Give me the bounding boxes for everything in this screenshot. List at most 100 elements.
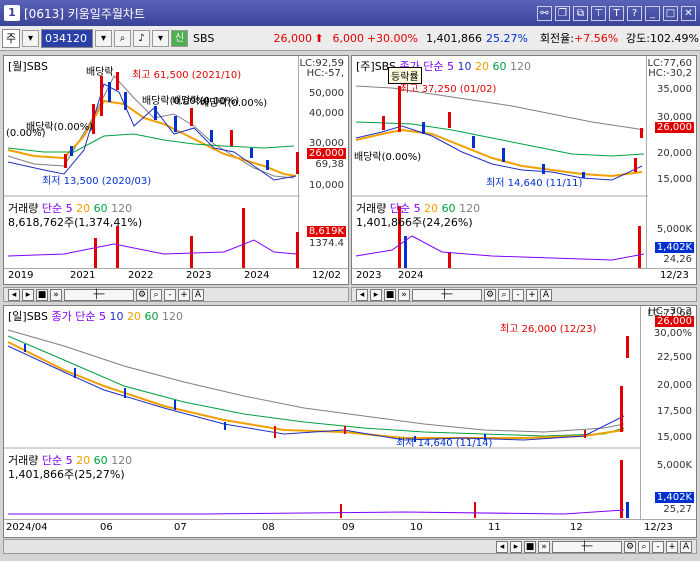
- ma5-label: 5: [447, 60, 455, 73]
- strength-label: 강도:: [626, 32, 650, 45]
- font-icon[interactable]: T: [609, 5, 624, 21]
- search-icon[interactable]: ⌕: [638, 540, 650, 553]
- stop-icon[interactable]: ■: [36, 288, 48, 301]
- stop-icon[interactable]: ■: [524, 540, 536, 553]
- daily-low-label: 최저 14,640 (11/14): [396, 438, 493, 449]
- x-label: 07: [174, 522, 187, 533]
- search-icon[interactable]: ⌕: [498, 288, 510, 301]
- window-number: 1: [4, 5, 20, 21]
- minimize-icon[interactable]: _: [645, 5, 660, 21]
- weekly-price-scale[interactable]: LC:77,60 HC:-30,2 35,000 30,000 26,000 2…: [646, 56, 696, 284]
- settings-icon[interactable]: ⚙: [136, 288, 148, 301]
- zoom-slider-icon[interactable]: ┼─: [64, 288, 134, 301]
- link-icon[interactable]: ⚯: [537, 5, 552, 21]
- weekly-tick: 20,000: [657, 148, 692, 159]
- weekly-tick: 15,000: [657, 174, 692, 185]
- stock-code-input[interactable]: 034120: [41, 28, 93, 48]
- volume-ratio: 25.27%: [486, 31, 528, 45]
- stock-toolbar: 주 ▾ 034120 ▾ ⌕ ♪ ▾ 신 SBS 26,000 ⬆ 6,000 …: [0, 26, 700, 51]
- market-select[interactable]: 주: [2, 28, 20, 48]
- monthly-volume-sub: 1374.4: [309, 238, 344, 249]
- daily-volume-tag: 1,402K: [654, 492, 694, 503]
- prev-icon[interactable]: ◂: [8, 288, 20, 301]
- weekly-nav-bar: ◂ ▸ ■» ┼─ ⚙ ⌕ - + A: [351, 287, 697, 302]
- close-icon[interactable]: ✕: [681, 5, 696, 21]
- monthly-chart-panel[interactable]: LC:92,59 HC:-57, 50,000 40,000 30,000 10…: [3, 55, 349, 285]
- daily-chart-panel[interactable]: LC:77,60 26,000 30,00% 22,500 20,000 17,…: [3, 305, 697, 538]
- font-size-icon[interactable]: A: [192, 288, 204, 301]
- price-change-pct: +30.00%: [366, 31, 418, 45]
- x-label: 10: [410, 522, 423, 533]
- zoom-in-icon[interactable]: +: [666, 540, 678, 553]
- weekly-chart-panel[interactable]: LC:77,60 HC:-30,2 35,000 30,000 26,000 2…: [351, 55, 697, 285]
- zoom-out-icon[interactable]: -: [512, 288, 524, 301]
- monthly-candles: [64, 72, 299, 174]
- price-up-arrow-icon: ⬆: [314, 31, 324, 45]
- strength-value: 102.49%: [650, 31, 699, 45]
- prev-icon[interactable]: ◂: [356, 288, 368, 301]
- daily-vol-tick: 5,000K: [656, 460, 692, 471]
- trade-volume: 1,401,866: [426, 31, 482, 45]
- daily-tick: 20,000: [657, 380, 692, 391]
- weekly-div-label: 배당락(0.00%): [354, 152, 422, 163]
- zoom-slider-icon[interactable]: ┼─: [552, 540, 622, 553]
- stop-icon[interactable]: ■: [384, 288, 396, 301]
- help-icon[interactable]: ?: [627, 5, 642, 21]
- code-dropdown-icon[interactable]: ▾: [95, 29, 112, 47]
- daily-nav-bar: ◂ ▸ ■» ┼─ ⚙ ⌕ - + A: [3, 539, 697, 554]
- search-icon[interactable]: ⌕: [150, 288, 162, 301]
- weekly-tick: 35,000: [657, 84, 692, 95]
- weekly-volume-tag: 1,402K: [654, 242, 694, 253]
- daily-volume-value: 1,401,866주(25,27%): [8, 468, 125, 481]
- play-back-icon[interactable]: ▸: [370, 288, 382, 301]
- play-back-icon[interactable]: ▸: [22, 288, 34, 301]
- settings-icon[interactable]: ⚙: [624, 540, 636, 553]
- daily-tick: 22,500: [657, 352, 692, 363]
- x-label: 11: [488, 522, 501, 533]
- daily-ma-label: 종가 단순: [51, 310, 96, 323]
- ma60-label: 60: [144, 310, 159, 323]
- monthly-tick: 10,000: [309, 180, 344, 191]
- weekly-low-label: 최저 14,640 (11/11): [486, 178, 583, 189]
- new-stock-badge: 신: [171, 29, 188, 47]
- x-label: 12: [570, 522, 583, 533]
- stock-name: SBS: [193, 31, 215, 45]
- window-titlebar: 1 [0613] 키움일주월차트 ⚯ ❐ ⧉ ⊤ T ? _ □ ✕: [0, 0, 700, 26]
- daily-volume-bars: [340, 460, 629, 518]
- weekly-hc: HC:-30,2: [648, 68, 692, 79]
- monthly-div-label: (0.00%): [6, 128, 46, 139]
- speaker-icon[interactable]: ♪: [133, 29, 150, 47]
- weekly-vol-tick: 5,000K: [656, 224, 692, 235]
- speaker-dropdown-icon[interactable]: ▾: [152, 29, 169, 47]
- zoom-slider-icon[interactable]: ┼─: [412, 288, 482, 301]
- play-back-icon[interactable]: ▸: [510, 540, 522, 553]
- ma10-label: 10: [457, 60, 472, 73]
- weekly-high-label: 최고 37,250 (01/02): [400, 84, 497, 95]
- monthly-price-scale[interactable]: LC:92,59 HC:-57, 50,000 40,000 30,000 10…: [298, 56, 348, 284]
- zoom-out-icon[interactable]: -: [652, 540, 664, 553]
- zoom-in-icon[interactable]: +: [526, 288, 538, 301]
- restore-icon[interactable]: ❐: [555, 5, 570, 21]
- fast-forward-icon[interactable]: »: [398, 288, 410, 301]
- font-size-icon[interactable]: A: [540, 288, 552, 301]
- search-icon[interactable]: ⌕: [114, 29, 131, 47]
- turnover-label: 회전율:: [539, 32, 574, 45]
- weekly-legend: [주]SBS 종가 단순 5 10 20 60 120: [356, 58, 531, 74]
- prev-icon[interactable]: ◂: [496, 540, 508, 553]
- settings-icon[interactable]: ⚙: [484, 288, 496, 301]
- ma120-label: 120: [510, 60, 532, 73]
- zoom-out-icon[interactable]: -: [164, 288, 176, 301]
- zoom-in-icon[interactable]: +: [178, 288, 190, 301]
- fast-forward-icon[interactable]: »: [538, 540, 550, 553]
- daily-price-scale[interactable]: LC:77,60 26,000 30,00% 22,500 20,000 17,…: [640, 306, 696, 537]
- copy-icon[interactable]: ⧉: [573, 5, 588, 21]
- turnover-value: +7.56%: [574, 31, 619, 45]
- x-label: 2024: [398, 270, 424, 281]
- pin-icon[interactable]: ⊤: [591, 5, 606, 21]
- fast-forward-icon[interactable]: »: [50, 288, 62, 301]
- font-size-icon[interactable]: A: [680, 540, 692, 553]
- x-label: 2024/04: [6, 522, 48, 533]
- dropdown-icon[interactable]: ▾: [22, 29, 39, 47]
- daily-hc: HC:-30,2: [648, 306, 692, 317]
- maximize-icon[interactable]: □: [663, 5, 678, 21]
